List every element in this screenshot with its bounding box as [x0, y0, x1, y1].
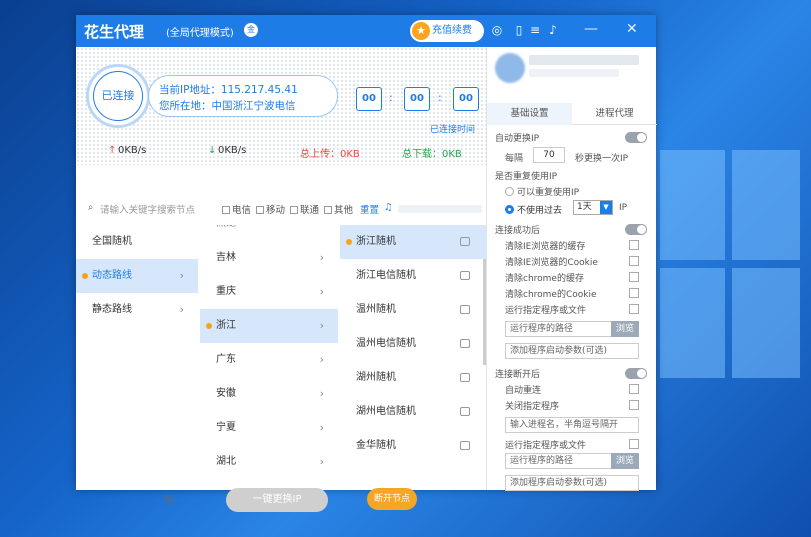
tab-process-proxy[interactable]: 进程代理	[572, 103, 657, 125]
globe-icon[interactable]: ◎	[490, 23, 504, 37]
list-item[interactable]: 温州随机	[340, 293, 486, 327]
timer-hours: 00	[356, 87, 382, 111]
checkbox[interactable]	[629, 304, 639, 314]
main-panel: 已连接 当前IP地址：115.217.45.41 您所在地：中国浙江宁波电信 0…	[76, 47, 486, 512]
connected-label: 已连接	[93, 71, 143, 121]
app-logo: 花生代理	[84, 23, 145, 41]
search-icon: ⌕	[88, 202, 94, 213]
recharge-button[interactable]: ★ 充值续费	[410, 20, 484, 42]
list-item[interactable]: 湖州随机	[340, 361, 486, 395]
bell-icon[interactable]: ♪	[546, 23, 560, 37]
checkbox[interactable]	[629, 384, 639, 394]
after-disconnect-toggle[interactable]	[625, 368, 647, 379]
list-item[interactable]: 重庆 ›	[200, 275, 338, 309]
recharge-label: 充值续费	[432, 25, 472, 36]
userid-blurred	[529, 69, 619, 77]
headset-icon[interactable]: ♫	[384, 202, 393, 213]
list-item[interactable]: 浙江随机	[340, 225, 486, 259]
star-icon: ★	[412, 22, 430, 40]
auto-ip-label: 自动更换IP	[495, 134, 540, 144]
ip-info-box: 当前IP地址：115.217.45.41 您所在地：中国浙江宁波电信	[148, 75, 338, 117]
timer-seconds: 00	[453, 87, 479, 111]
list-item[interactable]: 吉林 ›	[200, 241, 338, 275]
reuse-label: 是否重复使用IP	[495, 172, 558, 182]
checkbox[interactable]	[629, 439, 639, 449]
list-item[interactable]: 浙江 ›	[200, 309, 338, 343]
list-item[interactable]: 湖州电信随机	[340, 395, 486, 429]
list-item[interactable]: 金华随机	[340, 429, 486, 463]
list-item[interactable]: 广东 ›	[200, 343, 338, 377]
blurred-contact	[398, 205, 482, 213]
location: 您所在地：中国浙江宁波电信	[159, 100, 296, 112]
node-list: 浙江随机 浙江电信随机 温州随机 温州电信随机 湖州随机 湖州电信随机 金华随机	[340, 225, 486, 490]
after-disconnect-label: 连接断开后	[495, 370, 541, 380]
windows-wallpaper-logo	[660, 150, 800, 390]
avatar[interactable]	[495, 53, 525, 83]
download-arrow-icon: ↓	[208, 145, 217, 156]
mode-label: (全局代理模式)	[166, 28, 234, 39]
province-list: 黑龙 吉林› 重庆› 浙江› 广东› 安徽› 宁夏› 湖北›	[200, 225, 338, 490]
connect-status-button[interactable]: 已连接	[86, 64, 150, 128]
list-item[interactable]: 温州电信随机	[340, 327, 486, 361]
list-item[interactable]: 浙江电信随机	[340, 259, 486, 293]
username-blurred	[529, 55, 639, 65]
filter-mobile[interactable]: 移动	[256, 202, 285, 216]
after-connect-toggle[interactable]	[625, 224, 647, 235]
auto-ip-toggle[interactable]	[625, 132, 647, 143]
vip-badge-icon: 金	[244, 23, 258, 37]
filter-unicom[interactable]: 联通	[290, 202, 319, 216]
checkbox[interactable]	[629, 272, 639, 282]
device-icon[interactable]: ▯	[512, 23, 526, 37]
reuse-no-radio[interactable]: 不使用过去	[505, 203, 562, 216]
interval-input[interactable]: 70	[533, 147, 565, 163]
program-args-input[interactable]: 添加程序启动参数(可选)	[505, 343, 639, 359]
disconnect-button[interactable]: 断开节点	[367, 488, 417, 510]
filter-bar: ⌕ 请输入关键字搜索节点 电信 移动 联通 其他 重置 ♫	[76, 197, 486, 221]
upload-speed: 0KB/s	[118, 145, 147, 156]
days-select[interactable]: 1天 ▼	[573, 200, 613, 215]
reuse-yes-radio[interactable]: 可以重复使用IP	[505, 185, 579, 198]
proxy-app-window: 花生代理 (全局代理模式) 金 ★ 充值续费 ◎ ▯ ≡ ♪ — ✕ 已连接 当前…	[76, 15, 657, 512]
program-args-input-2[interactable]: 添加程序启动参数(可选)	[505, 475, 639, 491]
search-input[interactable]: 请输入关键字搜索节点	[100, 202, 195, 216]
filter-other[interactable]: 其他	[324, 202, 353, 216]
checkbox[interactable]	[629, 240, 639, 250]
connected-time-label: 已连接时间	[430, 125, 476, 135]
list-item[interactable]: 黑龙	[200, 225, 338, 241]
menu-icon[interactable]: ≡	[528, 23, 542, 37]
browse-button-2[interactable]: 浏览	[611, 453, 639, 469]
checkbox[interactable]	[629, 400, 639, 410]
upload-arrow-icon: ↑	[108, 145, 117, 156]
list-item[interactable]: 全国随机	[76, 225, 198, 259]
change-ip-button[interactable]: 一键更换IP	[226, 488, 328, 512]
list-item[interactable]: 安徽 ›	[200, 377, 338, 411]
download-speed: 0KB/s	[218, 145, 247, 156]
status-area: 已连接 当前IP地址：115.217.45.41 您所在地：中国浙江宁波电信 0…	[76, 47, 486, 165]
tab-basic-settings[interactable]: 基础设置	[487, 103, 572, 125]
refresh-icon[interactable]: ↻	[164, 493, 176, 509]
list-item[interactable]: 动态路线 ›	[76, 259, 198, 293]
list-item[interactable]: 湖北 ›	[200, 445, 338, 479]
timer-minutes: 00	[404, 87, 430, 111]
ip-address: 当前IP地址：115.217.45.41	[159, 84, 298, 96]
after-connect-label: 连接成功后	[495, 226, 541, 236]
total-upload: 总上传：0KB	[300, 149, 360, 160]
title-bar[interactable]: 花生代理 (全局代理模式) 金 ★ 充值续费 ◎ ▯ ≡ ♪ — ✕	[76, 15, 656, 47]
checkbox[interactable]	[629, 288, 639, 298]
close-button[interactable]: ✕	[626, 21, 638, 37]
reset-link[interactable]: 重置	[360, 202, 379, 216]
minimize-button[interactable]: —	[584, 21, 598, 37]
total-download: 总下载：0KB	[402, 149, 462, 160]
checkbox[interactable]	[629, 256, 639, 266]
settings-panel: 基础设置 进程代理 自动更换IP 每隔 70 秒更换一次IP 是否重复使用IP …	[486, 47, 657, 491]
list-item[interactable]: 宁夏 ›	[200, 411, 338, 445]
filter-telecom[interactable]: 电信	[222, 202, 251, 216]
list-item[interactable]: 静态路线 ›	[76, 293, 198, 327]
process-name-input[interactable]: 输入进程名，半角逗号隔开	[505, 417, 639, 433]
browse-button[interactable]: 浏览	[611, 321, 639, 337]
route-type-list: 全国随机 动态路线 › 静态路线 › ↻	[76, 225, 198, 509]
